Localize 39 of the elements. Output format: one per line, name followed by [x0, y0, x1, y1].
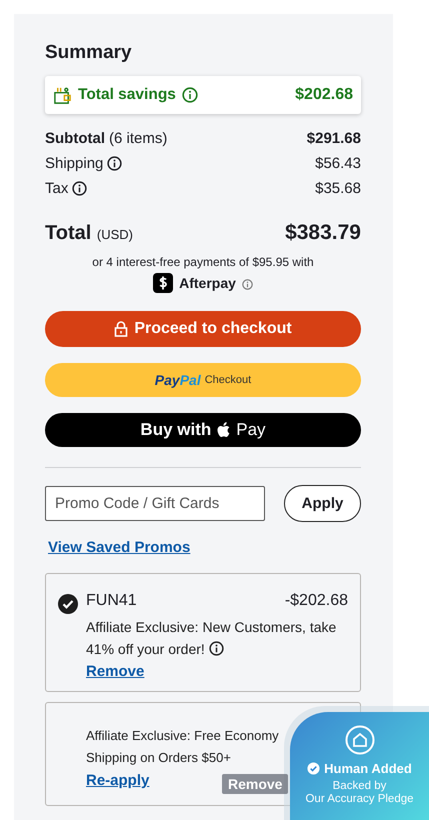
wallet-icon [53, 86, 72, 104]
coupon-action-link[interactable]: Remove [86, 663, 144, 680]
badge-subtitle: Backed by Our Accuracy Pledge [305, 780, 414, 806]
afterpay-label: Afterpay [179, 275, 236, 291]
item-count: (6 items) [109, 130, 168, 147]
house-icon [344, 725, 374, 755]
savings-amount: $202.68 [295, 86, 353, 104]
line-amount: $35.68 [315, 180, 361, 197]
lock-icon [114, 321, 128, 337]
total-amount: $383.79 [285, 221, 361, 245]
info-icon[interactable] [72, 181, 88, 196]
saved-promos-link[interactable]: View Saved Promos [48, 539, 190, 556]
coupon-amount: -$202.68 [284, 592, 348, 610]
coupon-action-link[interactable]: Re-apply [86, 772, 150, 789]
apply-button[interactable]: Apply [284, 485, 361, 522]
currency-note: (USD) [96, 227, 133, 242]
badge-label: Human Added [324, 761, 412, 776]
installments-text: or 4 interest-free payments of $95.95 with [91, 255, 315, 269]
line-label: Subtotal [45, 130, 105, 147]
dollar-icon [153, 273, 174, 293]
info-icon[interactable] [208, 641, 224, 656]
tooltip: Remove [222, 774, 288, 794]
apple-pay-button[interactable]: Buy with Pay [45, 413, 361, 447]
promo-code-field[interactable]: Promo Code / Gift Cards [45, 486, 265, 521]
info-icon[interactable] [107, 156, 122, 171]
paypal-button[interactable]: PayPal Checkout [45, 363, 361, 397]
checkout-button[interactable]: Proceed to checkout [45, 311, 361, 347]
coupon-description: Affiliate Exclusive: Free Economy Shipping on Orders $50+ [86, 727, 280, 767]
line-amount: $291.68 [306, 130, 361, 147]
coupon-description: Affiliate Exclusive: New Customers, take 41% off your order! [86, 618, 338, 659]
summary-title: Summary [45, 42, 133, 64]
line-label: Tax [45, 180, 68, 197]
coupon-code: FUN41 [86, 592, 137, 610]
check-icon [307, 762, 320, 775]
savings-label: Total savings [78, 86, 176, 104]
total-label: Total [45, 222, 92, 244]
line-label: Shipping [45, 155, 104, 172]
apple-icon [217, 422, 230, 438]
line-amount: $56.43 [315, 155, 361, 172]
